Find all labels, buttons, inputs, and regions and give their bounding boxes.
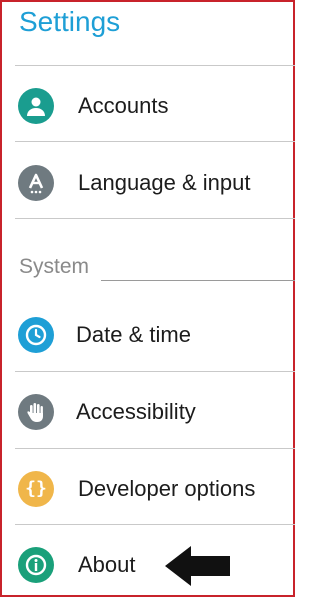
divider bbox=[15, 448, 295, 449]
divider bbox=[15, 524, 295, 525]
settings-item-label: Developer options bbox=[78, 476, 256, 501]
page-title: Settings bbox=[19, 6, 121, 37]
divider bbox=[15, 141, 295, 142]
settings-item-label: Accessibility bbox=[76, 399, 196, 424]
settings-item-label: Date & time bbox=[76, 322, 191, 347]
settings-item-accounts[interactable]: Accounts bbox=[2, 67, 293, 141]
settings-item-label: Accounts bbox=[78, 93, 169, 118]
clock-icon bbox=[18, 317, 54, 353]
settings-item-about[interactable]: About bbox=[2, 526, 293, 600]
account-icon bbox=[18, 88, 54, 124]
settings-item-accessibility[interactable]: Accessibility bbox=[2, 373, 293, 447]
language-icon bbox=[18, 165, 54, 201]
section-header-system: System bbox=[19, 255, 90, 278]
divider bbox=[15, 371, 295, 372]
info-icon bbox=[18, 547, 54, 583]
settings-item-label: Language & input bbox=[78, 170, 251, 195]
divider bbox=[15, 218, 295, 219]
hand-icon bbox=[18, 394, 54, 430]
settings-item-language-input[interactable]: Language & input bbox=[2, 144, 293, 218]
section-divider bbox=[101, 280, 295, 281]
settings-item-label: About bbox=[78, 552, 136, 577]
settings-item-developer-options[interactable]: {} Developer options bbox=[2, 450, 293, 524]
settings-item-date-time[interactable]: Date & time bbox=[2, 296, 293, 370]
braces-icon: {} bbox=[18, 471, 54, 507]
divider bbox=[15, 65, 295, 66]
pointer-arrow-icon bbox=[165, 546, 230, 586]
